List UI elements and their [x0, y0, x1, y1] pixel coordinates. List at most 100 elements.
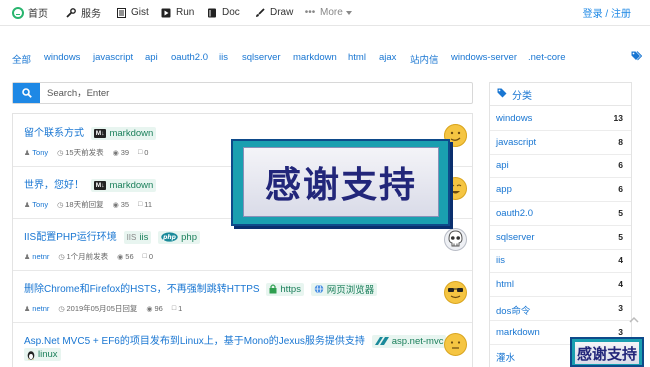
article-title[interactable]: 留个联系方式 — [24, 128, 84, 139]
avatar[interactable] — [444, 281, 467, 304]
nav-more-label: More — [320, 7, 343, 18]
tag-link[interactable]: windows-server — [451, 52, 517, 63]
nav-more[interactable]: ••• More — [304, 0, 352, 25]
nav-draw[interactable]: Draw — [254, 0, 293, 25]
nav-run[interactable]: Run — [160, 0, 194, 25]
article-title[interactable]: 世界，您好！ — [24, 180, 84, 191]
article-title-line: IIS配置PHP运行环境 IIS iis php php — [24, 228, 200, 244]
article-time: 15天前发表 — [65, 148, 104, 157]
thanks-banner-large[interactable]: 感谢支持 — [231, 139, 450, 226]
tag-link[interactable]: iis — [219, 52, 228, 63]
view-count: 96 — [154, 304, 163, 313]
tag-link[interactable]: ajax — [379, 52, 396, 63]
author-link[interactable]: netnr — [32, 304, 49, 313]
category-item[interactable]: dos命令 3 — [490, 297, 631, 321]
tag-badge-label: markdown — [109, 179, 154, 191]
category-item[interactable]: sqlserver 5 — [490, 226, 631, 250]
author-link[interactable]: Tony — [32, 148, 48, 157]
category-name: dos命令 — [496, 306, 531, 317]
tag-badge[interactable]: IIS iis — [123, 230, 152, 244]
tag-link[interactable]: javascript — [93, 52, 133, 63]
category-item[interactable]: oauth2.0 5 — [490, 202, 631, 226]
thanks-banner-text: 感谢支持 — [264, 165, 417, 206]
article-row: IIS配置PHP运行环境 IIS iis php php ♟ netnr ◷ 1个月前发… — [13, 219, 472, 271]
tag-badge-label: asp.net-mvc — [391, 335, 444, 347]
iis-icon: IIS — [126, 232, 137, 242]
clock-icon: ◷ — [57, 201, 64, 209]
login-register-link[interactable]: 登录 / 注册 — [583, 0, 631, 25]
tag-link[interactable]: html — [348, 52, 366, 63]
tag-badge[interactable]: php php — [158, 230, 200, 244]
category-name: markdown — [496, 327, 540, 338]
category-name: 灌水 — [496, 353, 516, 364]
article-title[interactable]: 删除Chrome和Firefox的HSTS，不再强制跳转HTTPS — [24, 284, 260, 295]
nav-doc[interactable]: Doc — [206, 0, 240, 25]
user-icon: ♟ — [24, 201, 31, 209]
globe-icon — [314, 284, 324, 295]
tag-badge[interactable]: 网页浏览器 — [310, 282, 378, 296]
nav-service[interactable]: 服务 — [65, 0, 101, 25]
article-meta: ♟ Tony ◷ 15天前发表 ◉ 39 □ 0 — [24, 147, 157, 158]
user-icon: ♟ — [24, 253, 31, 261]
search-icon — [21, 88, 32, 98]
category-name: app — [496, 184, 512, 195]
article-time: 2019年05月05日回复 — [66, 304, 138, 313]
thanks-banner-text: 感谢支持 — [576, 344, 637, 363]
tag-badge[interactable]: M↓ markdown — [90, 126, 157, 140]
tag-badge[interactable]: https — [266, 282, 304, 296]
avatar[interactable] — [444, 333, 467, 356]
avatar[interactable] — [444, 228, 467, 251]
category-item[interactable]: app 6 — [490, 178, 631, 202]
tag-link[interactable]: windows — [44, 52, 80, 63]
article-title-line: 世界，您好！ M↓ markdown — [24, 176, 157, 192]
article-title-line: Asp.Net MVC5 + EF6的项目发布到Linux上，基于Mono的Je… — [24, 332, 447, 348]
caret-down-icon — [345, 10, 352, 15]
article-title-line: 删除Chrome和Firefox的HSTS，不再强制跳转HTTPS https … — [24, 280, 378, 296]
category-count: 3 — [618, 303, 623, 313]
tag-link[interactable]: markdown — [293, 52, 337, 63]
tags-icon[interactable] — [631, 51, 643, 64]
category-item[interactable]: html 4 — [490, 273, 631, 297]
category-item[interactable]: javascript 8 — [490, 131, 631, 155]
author-link[interactable]: netnr — [32, 252, 49, 261]
category-item[interactable]: api 6 — [490, 154, 631, 178]
article-row: 删除Chrome和Firefox的HSTS，不再强制跳转HTTPS https … — [13, 271, 472, 323]
tag-link[interactable]: oauth2.0 — [171, 52, 208, 63]
search-button[interactable] — [13, 83, 40, 103]
article-title[interactable]: Asp.Net MVC5 + EF6的项目发布到Linux上，基于Mono的Je… — [24, 336, 365, 347]
tag-badge[interactable]: asp.net-mvc — [371, 334, 447, 348]
author-link[interactable]: Tony — [32, 200, 48, 209]
comment-count: 11 — [144, 200, 153, 209]
clock-icon: ◷ — [57, 149, 64, 157]
category-count: 8 — [618, 137, 623, 147]
nav-doc-label: Doc — [222, 7, 240, 18]
tag-link[interactable]: .net-core — [528, 52, 566, 63]
tag-badge-label: iis — [139, 231, 149, 243]
category-item[interactable]: windows 13 — [490, 107, 631, 131]
comment-icon: □ — [138, 201, 143, 208]
article-title-line: 留个联系方式 M↓ markdown — [24, 124, 157, 140]
nav-home[interactable]: 首页 — [12, 0, 48, 25]
search-box — [12, 82, 473, 104]
category-sidebar: 分类 windows 13 javascript 8 api 6 app 6 oauth… — [489, 82, 632, 367]
view-count: 35 — [120, 200, 130, 209]
category-item[interactable]: iis 4 — [490, 249, 631, 273]
tag-link[interactable]: 全部 — [12, 52, 31, 66]
nav-gist[interactable]: Gist — [115, 0, 149, 25]
category-name: windows — [496, 113, 533, 124]
tag-link[interactable]: 站内信 — [410, 52, 439, 66]
search-input[interactable] — [47, 83, 467, 103]
thanks-banner-panel: 感谢支持 — [575, 342, 639, 364]
article-title[interactable]: IIS配置PHP运行环境 — [24, 232, 117, 243]
tag-badge[interactable]: M↓ markdown — [90, 178, 157, 192]
markdown-icon: M↓ — [93, 128, 107, 138]
comment-icon: □ — [138, 149, 143, 156]
tag-link[interactable]: api — [145, 52, 158, 63]
tag-badge[interactable]: linux — [24, 348, 61, 361]
eye-icon: ◉ — [146, 305, 153, 313]
view-count: 56 — [125, 252, 134, 261]
tag-link[interactable]: sqlserver — [242, 52, 281, 63]
tag-bar: 全部 windows javascript api oauth2.0 iis s… — [12, 52, 638, 66]
thanks-banner-small[interactable]: 感谢支持 — [570, 337, 644, 367]
back-to-top-button[interactable] — [627, 314, 641, 328]
